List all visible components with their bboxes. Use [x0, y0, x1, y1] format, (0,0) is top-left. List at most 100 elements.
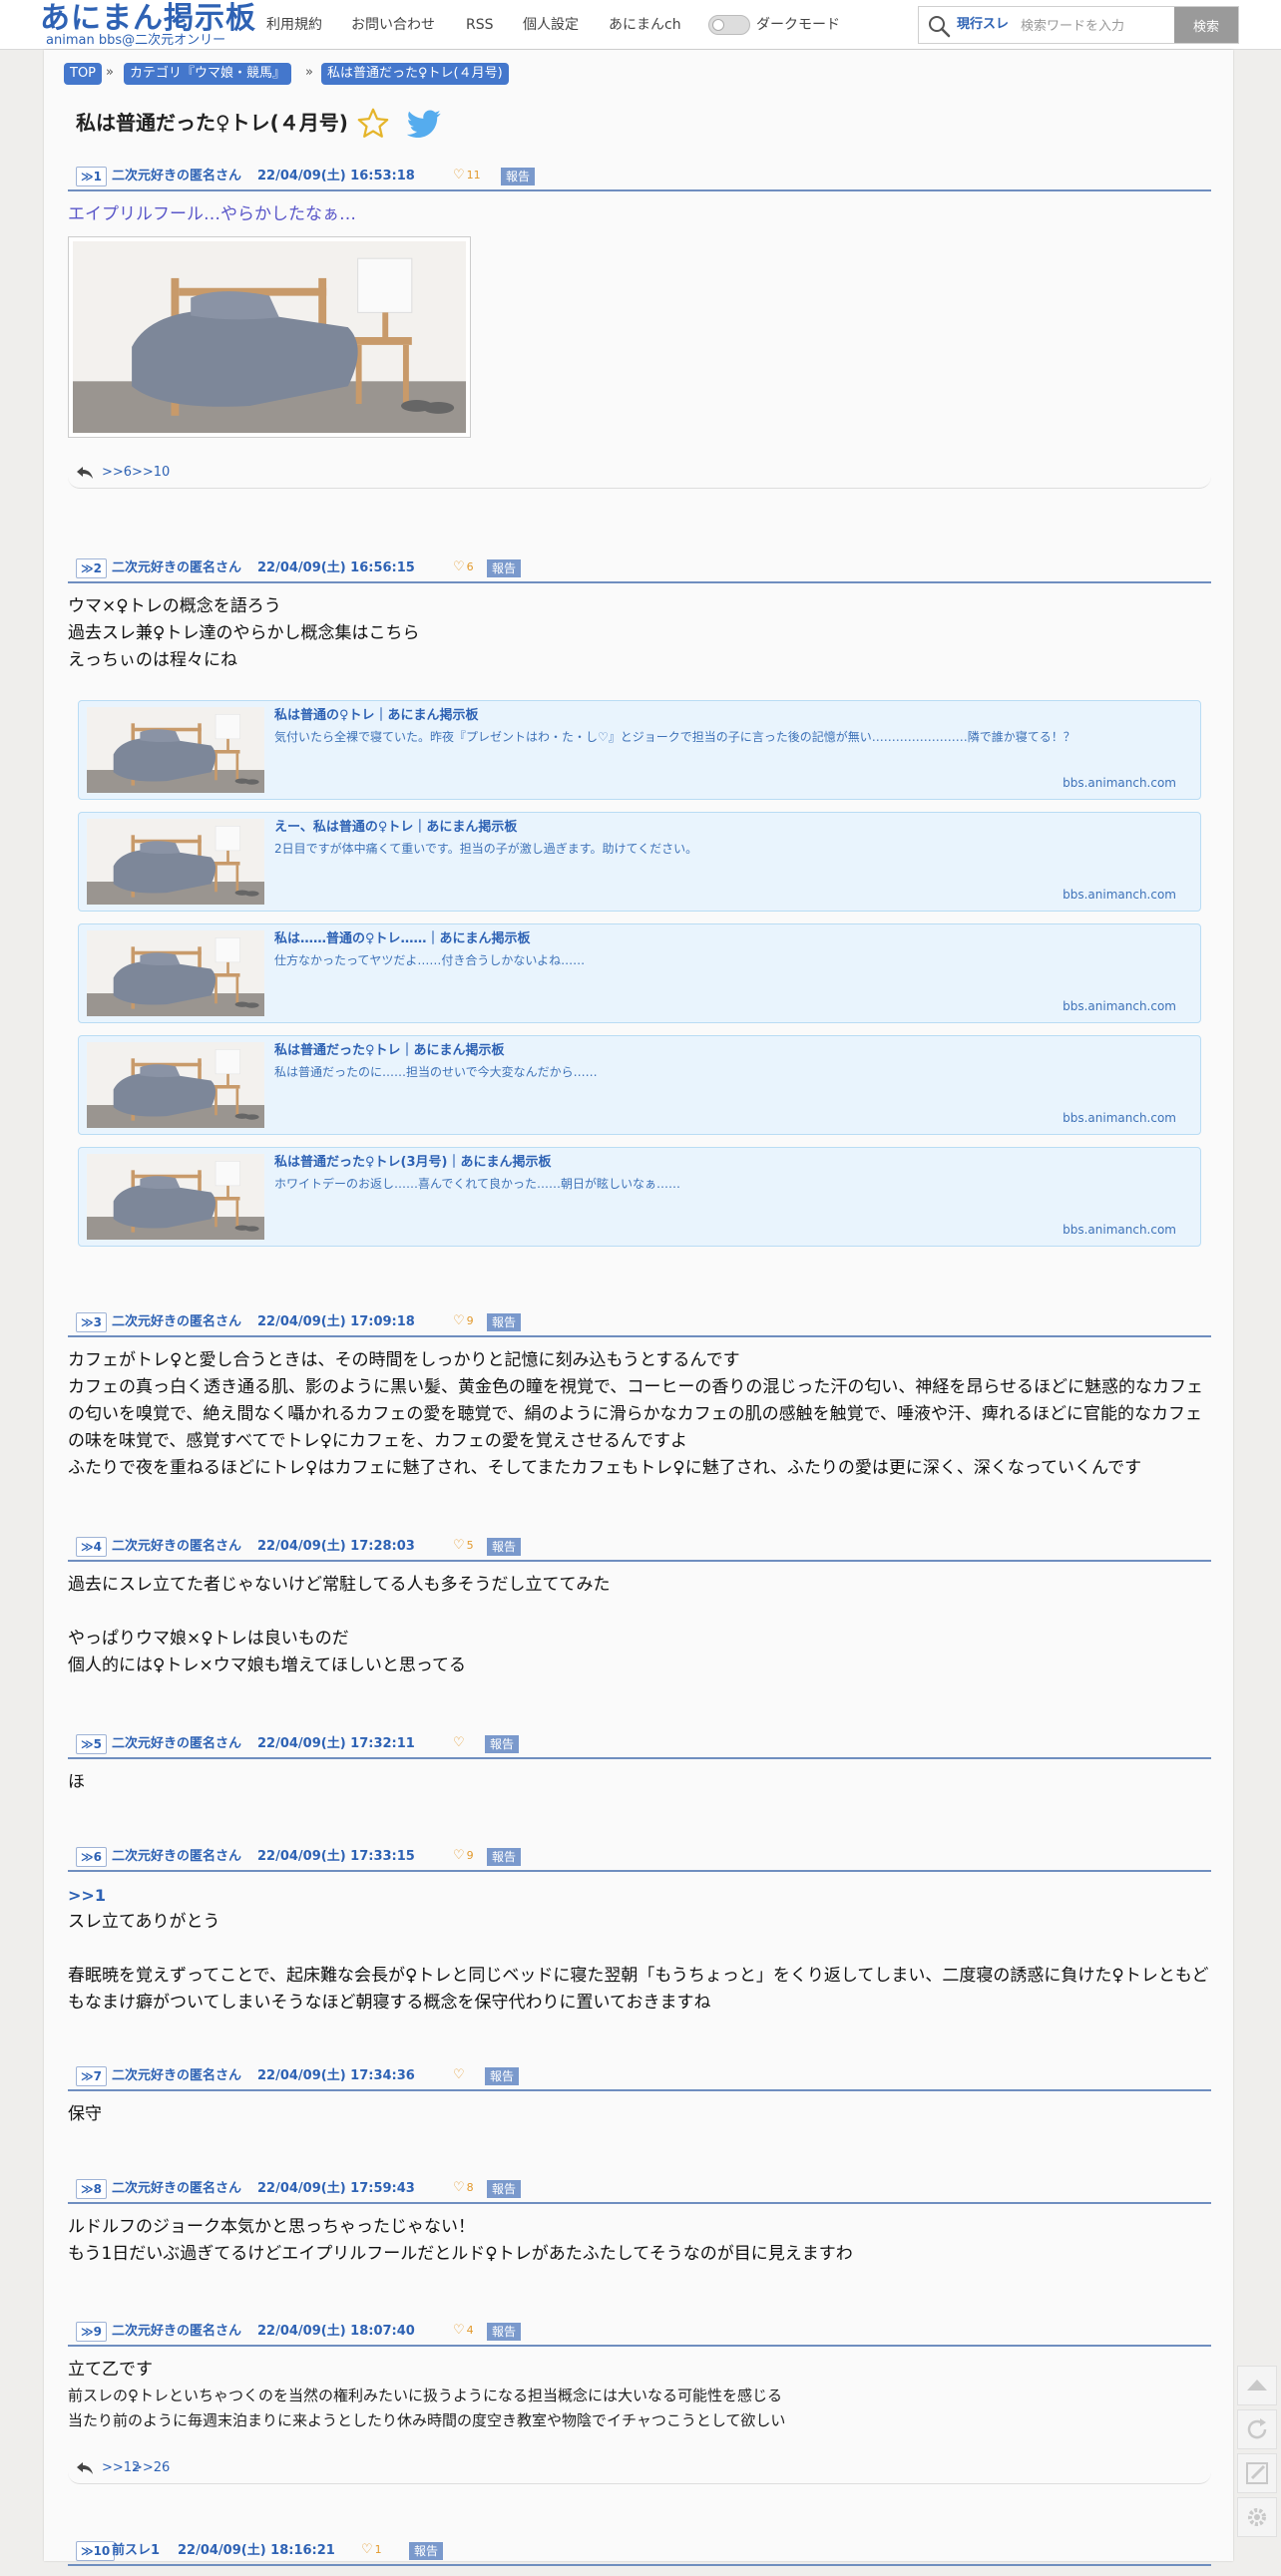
- link-card[interactable]: 私は普通の♀トレ｜あにまん掲示板 気付いたら全裸で寝ていた。昨夜『プレゼントはわ・…: [78, 700, 1201, 800]
- search-button[interactable]: 検索: [1174, 7, 1238, 43]
- link-card[interactable]: 私は……普通の♀トレ……｜あにまん掲示板 仕方なかったってヤツだよ……付き合うしか…: [78, 923, 1201, 1023]
- post-date: 22/04/09(土) 17:28:03: [257, 1539, 415, 1554]
- post-text-line: 過去にスレ立てた者じゃないけど常駐してる人も多そうだし立ててみた: [68, 1575, 611, 1595]
- bed-photo: [73, 238, 466, 436]
- report-button[interactable]: 報告: [409, 2542, 444, 2560]
- post-body: 過去にスレ立てた者じゃないけど常駐してる人も多そうだし立ててみた やっぱりウマ娘×…: [68, 1562, 1211, 1679]
- post-number[interactable]: ≫4: [76, 1537, 107, 1557]
- page-title: 私は普通だった♀トレ(４月号): [76, 111, 348, 135]
- post-text-line: カフェの真っ白く透き通る肌、影のように黒い髪、黄金色の瞳を視覚で、コーヒーの香り…: [68, 1377, 1203, 1451]
- post-date: 22/04/09(土) 18:16:21: [178, 2543, 335, 2558]
- write-button[interactable]: [1237, 2453, 1277, 2493]
- post-image[interactable]: [68, 236, 471, 438]
- post-number[interactable]: ≫9: [76, 2322, 107, 2342]
- like-button[interactable]: ♡ 5: [453, 1537, 474, 1555]
- post-body: ルドルフのジョーク本気かと思っちゃったじゃない！ もう1日だいぶ過ぎてるけどエイプ…: [68, 2204, 1211, 2268]
- link-card[interactable]: 私は普通だった♀トレ｜あにまん掲示板 私は普通だったのに……担当のせいで今大変なん…: [78, 1035, 1201, 1135]
- post-header: ≫10 前スレ1 22/04/09(土) 18:16:21 ♡ 1 報告: [68, 2538, 1211, 2566]
- post-text-line[interactable]: エイプリルフール…やらかしたなぁ…: [68, 201, 1211, 228]
- anchor-link[interactable]: >>1: [68, 1882, 1211, 1909]
- post-number[interactable]: ≫2: [76, 558, 107, 578]
- dark-mode-toggle[interactable]: [708, 15, 750, 35]
- settings-button[interactable]: [1237, 2497, 1277, 2537]
- post: ≫10 前スレ1 22/04/09(土) 18:16:21 ♡ 1 報告: [68, 2538, 1211, 2576]
- post-author: 二次元好きの匿名さん: [112, 1539, 242, 1554]
- post-number[interactable]: ≫3: [76, 1312, 107, 1332]
- like-button[interactable]: ♡ 11: [453, 167, 481, 184]
- post-header: ≫1 二次元好きの匿名さん 22/04/09(土) 16:53:18 ♡ 11 報告: [68, 164, 1211, 191]
- report-button[interactable]: 報告: [487, 1313, 522, 1331]
- post-date: 22/04/09(土) 17:59:43: [257, 2181, 415, 2196]
- link-card[interactable]: 私は普通だった♀トレ(3月号)｜あにまん掲示板 ホワイトデーのお返し……喜んでくれ…: [78, 1147, 1201, 1247]
- reload-button[interactable]: [1237, 2409, 1277, 2449]
- scroll-top-button[interactable]: [1237, 2366, 1277, 2405]
- reply-link[interactable]: >>10: [132, 464, 170, 482]
- report-button[interactable]: 報告: [485, 1735, 520, 1753]
- reply-arrow-icon: [77, 467, 93, 479]
- nav-animanch[interactable]: あにまんch: [609, 16, 681, 34]
- report-button[interactable]: 報告: [487, 559, 522, 577]
- card-description: 2日目ですが体中痛くて重いです。担当の子が激し過ぎます。助けてください。: [274, 842, 698, 856]
- search-input[interactable]: [1019, 11, 1172, 41]
- top-bar: あにまん掲示板 animan bbs@二次元オンリー 利用規約 お問い合わせ R…: [0, 0, 1281, 50]
- post-number[interactable]: ≫10: [76, 2541, 116, 2561]
- logo-sub-text: animan bbs@二次元オンリー: [46, 33, 226, 48]
- post-author: 二次元好きの匿名さん: [112, 560, 242, 575]
- nav-rss[interactable]: RSS: [466, 16, 494, 34]
- post: ≫4 二次元好きの匿名さん 22/04/09(土) 17:28:03 ♡ 5 報告過去にス…: [68, 1534, 1211, 1679]
- post-number[interactable]: ≫1: [76, 167, 107, 186]
- report-button[interactable]: 報告: [487, 1538, 522, 1556]
- post-text-line: えっちぃのは程々にね: [68, 650, 237, 670]
- post-text-line: やっぱりウマ娘×♀トレは良いものだ: [68, 1629, 349, 1649]
- search-scope-select[interactable]: 現行スレ: [957, 17, 1009, 33]
- site-logo[interactable]: あにまん掲示板 animan bbs@二次元オンリー: [40, 2, 255, 48]
- nav-settings[interactable]: 個人設定: [523, 16, 579, 34]
- post-number[interactable]: ≫5: [76, 1734, 107, 1754]
- post-text-line: 個人的には♀トレ×ウマ娘も増えてほしいと思ってる: [68, 1656, 466, 1675]
- link-card[interactable]: えー、私は普通の♀トレ｜あにまん掲示板 2日目ですが体中痛くて重いです。担当の子が…: [78, 812, 1201, 912]
- heart-icon: ♡: [361, 2542, 373, 2557]
- post-date: 22/04/09(土) 16:53:18: [257, 169, 415, 184]
- like-button[interactable]: ♡: [453, 1734, 467, 1752]
- card-thumbnail: [87, 819, 264, 905]
- nav-terms[interactable]: 利用規約: [266, 16, 322, 34]
- favorite-star-icon[interactable]: [356, 107, 390, 141]
- post-number[interactable]: ≫6: [76, 1847, 107, 1867]
- breadcrumb-category[interactable]: カテゴリ『ウマ娘・競馬』: [124, 63, 292, 85]
- post-body: 保守: [68, 2091, 1211, 2128]
- post-number[interactable]: ≫7: [76, 2066, 107, 2086]
- reply-link[interactable]: >>26: [132, 2459, 170, 2477]
- post-header: ≫4 二次元好きの匿名さん 22/04/09(土) 17:28:03 ♡ 5 報告: [68, 1534, 1211, 1562]
- post: ≫9 二次元好きの匿名さん 22/04/09(土) 18:07:40 ♡ 4 報告 立て乙で…: [68, 2319, 1211, 2484]
- nav-contact[interactable]: お問い合わせ: [351, 16, 435, 34]
- report-button[interactable]: 報告: [487, 2323, 522, 2341]
- like-button[interactable]: ♡ 4: [453, 2322, 474, 2340]
- post-date: 22/04/09(土) 17:32:11: [257, 1736, 415, 1751]
- post-author: 二次元好きの匿名さん: [112, 1736, 242, 1751]
- post-header: ≫3 二次元好きの匿名さん 22/04/09(土) 17:09:18 ♡ 9 報告: [68, 1309, 1211, 1337]
- post-header: ≫2 二次元好きの匿名さん 22/04/09(土) 16:56:15 ♡ 6 報告: [68, 555, 1211, 583]
- reply-link[interactable]: >>6: [102, 464, 132, 482]
- post-text-line: ウマ×♀トレの概念を語ろう: [68, 596, 281, 616]
- like-button[interactable]: ♡ 1: [361, 2541, 382, 2559]
- post-author: 二次元好きの匿名さん: [112, 169, 242, 184]
- report-button[interactable]: 報告: [485, 2067, 520, 2085]
- post-number[interactable]: ≫8: [76, 2179, 107, 2199]
- breadcrumb-thread[interactable]: 私は普通だった♀トレ(４月号): [321, 63, 509, 85]
- report-button[interactable]: 報告: [501, 168, 536, 185]
- like-button[interactable]: ♡ 9: [453, 1312, 474, 1330]
- like-button[interactable]: ♡ 9: [453, 1847, 474, 1865]
- like-button[interactable]: ♡ 8: [453, 2179, 474, 2197]
- post-date: 22/04/09(土) 16:56:15: [257, 560, 415, 575]
- breadcrumb-top[interactable]: TOP: [64, 63, 103, 85]
- like-button[interactable]: ♡ 6: [453, 558, 474, 576]
- post-author: 二次元好きの匿名さん: [112, 2068, 242, 2083]
- post: ≫2 二次元好きの匿名さん 22/04/09(土) 16:56:15 ♡ 6 報告ウマ×♀…: [68, 555, 1211, 1247]
- like-button[interactable]: ♡: [453, 2066, 467, 2084]
- post-text-line: ふたりで夜を重ねるほどにトレ♀はカフェに魅了され、そしてまたカフェもトレ♀に魅了…: [68, 1458, 1142, 1478]
- twitter-icon[interactable]: [406, 110, 442, 140]
- report-button[interactable]: 報告: [487, 2180, 522, 2198]
- report-button[interactable]: 報告: [487, 1848, 522, 1866]
- breadcrumb-separator: »: [106, 65, 114, 80]
- bed-photo: [87, 707, 264, 793]
